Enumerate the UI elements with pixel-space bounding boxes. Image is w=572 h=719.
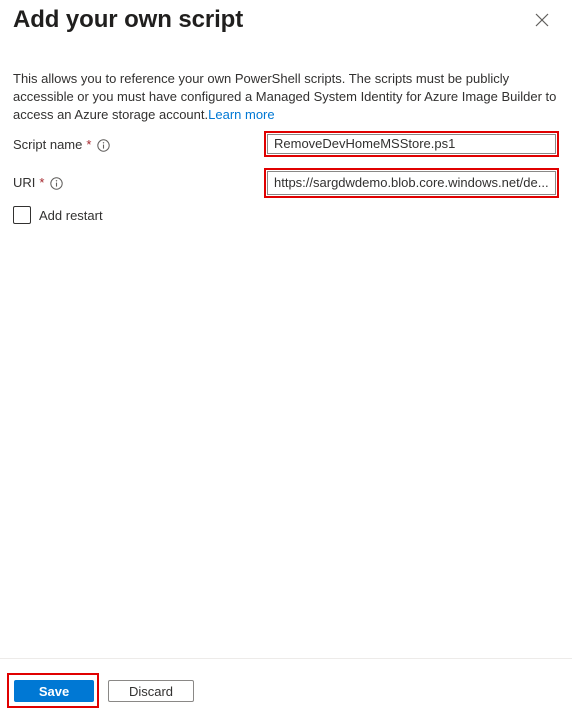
info-icon[interactable]: [50, 176, 64, 190]
script-name-label-text: Script name: [13, 137, 83, 152]
required-marker: *: [39, 175, 45, 190]
uri-label: URI *: [13, 174, 64, 192]
script-name-label: Script name *: [13, 136, 111, 154]
learn-more-link[interactable]: Learn more: [208, 107, 274, 122]
uri-label-text: URI: [13, 175, 36, 190]
add-restart-label: Add restart: [39, 208, 103, 223]
save-button[interactable]: Save: [14, 680, 94, 702]
footer-divider: [0, 658, 572, 659]
script-name-input[interactable]: RemoveDevHomeMSStore.ps1: [267, 134, 556, 154]
panel-description: This allows you to reference your own Po…: [13, 70, 561, 124]
required-marker: *: [86, 137, 92, 152]
discard-button[interactable]: Discard: [108, 680, 194, 702]
close-button[interactable]: [532, 10, 552, 30]
description-text: This allows you to reference your own Po…: [13, 71, 557, 122]
panel-title: Add your own script: [13, 6, 244, 33]
info-icon[interactable]: [97, 138, 111, 152]
add-restart-checkbox[interactable]: [13, 206, 31, 224]
close-icon: [535, 13, 549, 27]
uri-input[interactable]: https://sargdwdemo.blob.core.windows.net…: [267, 171, 556, 195]
